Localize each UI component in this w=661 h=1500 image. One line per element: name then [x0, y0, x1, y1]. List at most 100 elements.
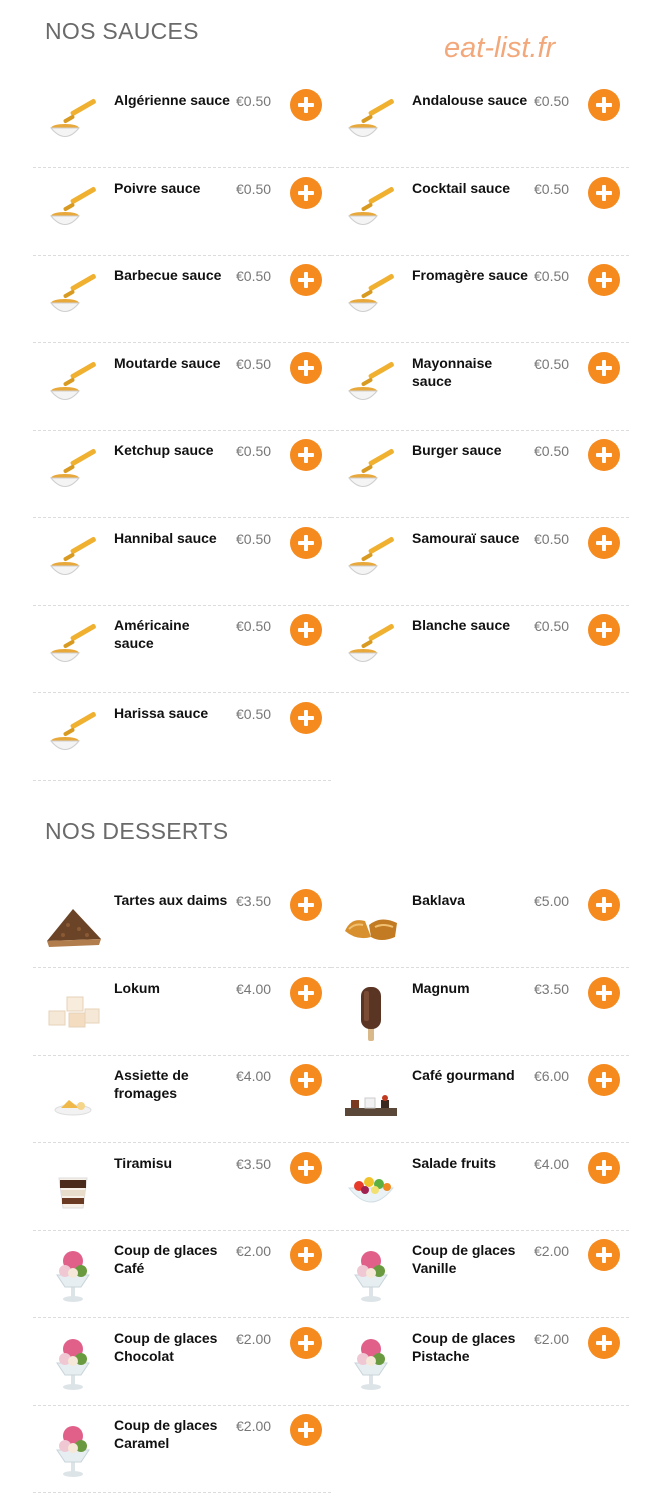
item-price: €0.50: [236, 268, 272, 284]
add-to-cart-button[interactable]: [588, 1239, 620, 1271]
add-to-cart-button[interactable]: [290, 1064, 322, 1096]
item-name: Coup de glaces Pistache: [412, 1329, 516, 1364]
menu-item-cocktail-sauce: Cocktail sauce €0.50: [331, 169, 629, 256]
add-to-cart-button[interactable]: [290, 1414, 322, 1446]
add-to-cart-button[interactable]: [588, 614, 620, 646]
sundae-icon: [43, 1333, 103, 1393]
item-price: €2.00: [236, 1243, 272, 1259]
item-name: Andalouse sauce: [412, 92, 528, 108]
add-to-cart-button[interactable]: [588, 351, 620, 384]
add-to-cart-button[interactable]: [588, 889, 620, 921]
sauce-icon: [43, 620, 103, 680]
item-price: €0.50: [236, 705, 272, 722]
add-to-cart-button[interactable]: [290, 889, 322, 921]
ice-cream-bar-icon: [341, 983, 401, 1043]
item-name: Cocktail sauce: [412, 179, 511, 196]
menu-item-salade-fruits: Salade fruits €4.00: [331, 1144, 629, 1231]
sundae-icon: [43, 1245, 103, 1305]
add-to-cart-button[interactable]: [290, 264, 322, 296]
menu-item-coup-de-glaces-vanille: Coup de glaces Vanille €2.00: [331, 1231, 629, 1318]
sauce-icon: [43, 358, 103, 418]
add-to-cart-button[interactable]: [588, 439, 620, 471]
add-to-cart-button[interactable]: [290, 526, 322, 559]
add-to-cart-button[interactable]: [588, 526, 620, 559]
menu-item-barbecue-sauce: Barbecue sauce €0.50: [33, 256, 331, 343]
item-name: Burger sauce: [412, 442, 502, 458]
sauce-icon: [43, 708, 103, 768]
section-title-sauces: NOS SAUCES: [45, 18, 199, 44]
sauce-icon: [341, 445, 401, 505]
item-price: €2.00: [236, 1418, 272, 1434]
item-name: Poivre sauce: [114, 179, 201, 196]
add-to-cart-button[interactable]: [290, 351, 322, 384]
menu-item-baklava: Baklava €5.00: [331, 881, 629, 968]
add-to-cart-button[interactable]: [290, 614, 322, 646]
item-price: €6.00: [534, 1068, 570, 1084]
menu-item-assiette-de-fromages: Assiette de fromages €4.00: [33, 1056, 331, 1143]
item-name: Café gourmand: [412, 1067, 515, 1083]
menu-item-coup-de-glaces-caramel: Coup de glaces Caramel €2.00: [33, 1406, 331, 1493]
item-price: €0.50: [534, 268, 570, 284]
item-name: Coup de glaces Chocolat: [114, 1329, 218, 1364]
add-to-cart-button[interactable]: [588, 1326, 620, 1359]
sauce-icon: [341, 270, 401, 330]
sauce-icon: [341, 533, 401, 593]
sauce-icon: [341, 95, 401, 155]
menu-item-coup-de-glaces-chocolat: Coup de glaces Chocolat €2.00: [33, 1319, 331, 1406]
item-name: Fromagère sauce: [412, 267, 528, 283]
item-price: €0.50: [236, 355, 272, 372]
item-price: €3.50: [236, 893, 272, 909]
item-price: €5.00: [534, 893, 570, 909]
menu-item-americaine-sauce: Américaine sauce €0.50: [33, 606, 331, 693]
menu-item-blanche-sauce: Blanche sauce €0.50: [331, 606, 629, 693]
add-to-cart-button[interactable]: [588, 976, 620, 1009]
add-to-cart-button[interactable]: [290, 976, 322, 1009]
fruit-salad-icon: [341, 1158, 401, 1218]
item-name: Lokum: [114, 979, 160, 996]
add-to-cart-button[interactable]: [290, 1239, 322, 1271]
menu-item-samourai-sauce: Samouraï sauce €0.50: [331, 519, 629, 606]
add-to-cart-button[interactable]: [588, 264, 620, 296]
add-to-cart-button[interactable]: [290, 439, 322, 471]
item-name: Barbecue sauce: [114, 267, 222, 283]
item-name: Tartes aux daims: [114, 892, 228, 908]
item-name: Ketchup sauce: [114, 442, 214, 458]
add-to-cart-button[interactable]: [290, 1326, 322, 1359]
item-price: €0.50: [236, 93, 272, 109]
add-to-cart-button[interactable]: [588, 176, 620, 209]
item-name: Mayonnaise sauce: [412, 354, 493, 389]
add-to-cart-button[interactable]: [290, 176, 322, 209]
menu-item-burger-sauce: Burger sauce €0.50: [331, 431, 629, 518]
menu-item-algerienne-sauce: Algérienne sauce €0.50: [33, 81, 331, 168]
menu-item-harissa-sauce: Harissa sauce €0.50: [33, 694, 331, 781]
sauce-icon: [341, 620, 401, 680]
add-to-cart-button[interactable]: [588, 1064, 620, 1096]
sauce-icon: [341, 183, 401, 243]
item-price: €0.50: [534, 355, 570, 372]
add-to-cart-button[interactable]: [290, 1151, 322, 1184]
sundae-icon: [341, 1333, 401, 1393]
item-name: Baklava: [412, 892, 465, 908]
sundae-icon: [43, 1420, 103, 1480]
item-price: €0.50: [534, 180, 570, 197]
item-name: Algérienne sauce: [114, 92, 230, 108]
item-name: Coup de glaces Caramel: [114, 1417, 218, 1451]
menu-item-ketchup-sauce: Ketchup sauce €0.50: [33, 431, 331, 518]
cafe-gourmand-icon: [341, 1070, 401, 1130]
add-to-cart-button[interactable]: [290, 701, 322, 734]
sauce-icon: [43, 270, 103, 330]
watermark: eat-list.fr: [444, 32, 556, 64]
item-name: Harissa sauce: [114, 704, 209, 721]
add-to-cart-button[interactable]: [290, 89, 322, 121]
add-to-cart-button[interactable]: [588, 89, 620, 121]
add-to-cart-button[interactable]: [588, 1151, 620, 1184]
menu-item-andalouse-sauce: Andalouse sauce €0.50: [331, 81, 629, 168]
item-name: Coup de glaces Café: [114, 1242, 218, 1276]
item-name: Tiramisu: [114, 1154, 173, 1171]
menu-item-magnum: Magnum €3.50: [331, 969, 629, 1056]
item-price: €3.50: [534, 980, 570, 997]
item-price: €4.00: [236, 1068, 272, 1084]
item-price: €4.00: [236, 980, 272, 997]
menu-item-lokum: Lokum €4.00: [33, 969, 331, 1056]
menu-item-moutarde-sauce: Moutarde sauce €0.50: [33, 344, 331, 431]
